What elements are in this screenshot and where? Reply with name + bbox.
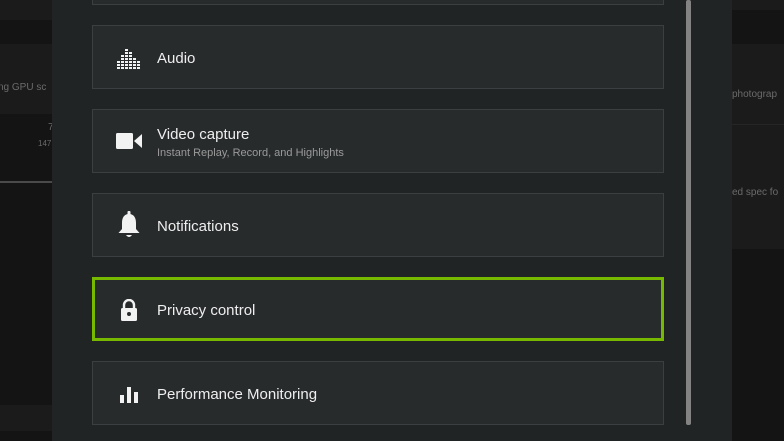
background-text: ed spec fo bbox=[732, 187, 779, 198]
settings-item-label: Notifications bbox=[157, 218, 239, 235]
scrollbar-thumb[interactable] bbox=[686, 0, 691, 425]
settings-item-performance-monitoring[interactable]: Performance Monitoring bbox=[92, 361, 664, 425]
background-panel bbox=[732, 44, 784, 249]
background-divider bbox=[732, 124, 784, 125]
settings-item-video-capture[interactable]: Video capture Instant Replay, Record, an… bbox=[92, 109, 664, 173]
settings-item-audio[interactable]: Audio bbox=[92, 25, 664, 89]
settings-item-label: Privacy control bbox=[157, 302, 256, 319]
settings-item-partial[interactable] bbox=[92, 0, 664, 5]
audio-equalizer-icon bbox=[115, 44, 143, 72]
background-band bbox=[0, 44, 52, 114]
lock-icon bbox=[115, 296, 143, 324]
settings-item-description: Instant Replay, Record, and Highlights bbox=[157, 147, 344, 159]
screen: ng GPU sc 7 147 photograp ed spec fo Aud… bbox=[0, 0, 784, 441]
background-app-left: ng GPU sc 7 147 bbox=[0, 0, 52, 441]
bar-chart-icon bbox=[115, 380, 143, 408]
settings-item-label: Performance Monitoring bbox=[157, 386, 318, 403]
bell-icon bbox=[115, 211, 143, 239]
background-band bbox=[0, 405, 52, 431]
background-band bbox=[732, 0, 784, 10]
settings-panel: Audio Video capture Instant Replay, Reco… bbox=[52, 0, 732, 441]
settings-item-privacy-control[interactable]: Privacy control bbox=[92, 277, 664, 341]
background-divider bbox=[0, 181, 52, 183]
settings-item-notifications[interactable]: Notifications bbox=[92, 193, 664, 257]
background-text: photograp bbox=[732, 89, 778, 100]
background-subvalue: 147 bbox=[38, 139, 52, 148]
background-text: ng GPU sc bbox=[0, 82, 47, 93]
settings-item-label: Audio bbox=[157, 50, 196, 67]
settings-item-label: Video capture bbox=[157, 126, 250, 143]
background-band bbox=[0, 0, 52, 20]
video-camera-icon bbox=[115, 127, 143, 155]
background-app-right: photograp ed spec fo bbox=[732, 0, 784, 441]
